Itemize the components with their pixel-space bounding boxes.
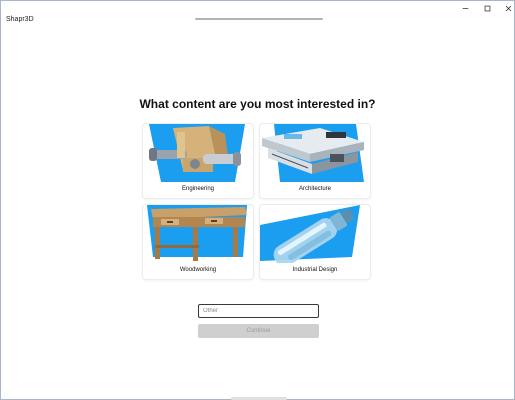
maximize-button[interactable] [476, 1, 498, 15]
industrial-design-bottle-image [260, 205, 360, 263]
title-bar: Shapr3D [1, 1, 514, 27]
progress-fill [195, 18, 323, 20]
card-industrial-design[interactable]: Industrial Design [260, 205, 370, 279]
page-title: What content are you most interested in? [139, 97, 376, 111]
card-label: Woodworking [179, 267, 217, 273]
progress-bar [195, 18, 323, 20]
app-title: Shapr3D [6, 16, 34, 23]
card-label: Industrial Design [292, 267, 338, 273]
minimize-button[interactable] [454, 1, 476, 15]
card-engineering[interactable]: Engineering [143, 124, 253, 198]
maximize-icon [484, 5, 490, 11]
card-woodworking[interactable]: Woodworking [143, 205, 253, 279]
close-icon [505, 5, 511, 11]
minimize-icon [462, 7, 468, 9]
woodworking-table-image [147, 205, 247, 261]
architecture-building-image [262, 124, 364, 182]
close-button[interactable] [497, 1, 515, 15]
card-label: Engineering [181, 186, 215, 192]
card-architecture[interactable]: Architecture [260, 124, 370, 198]
continue-button[interactable]: Continue [198, 324, 319, 338]
interest-grid: Engineering Architecture Woodworking Ind… [143, 124, 371, 279]
card-label: Architecture [298, 186, 331, 192]
other-input[interactable] [198, 304, 319, 318]
engineering-part-image [149, 124, 245, 182]
